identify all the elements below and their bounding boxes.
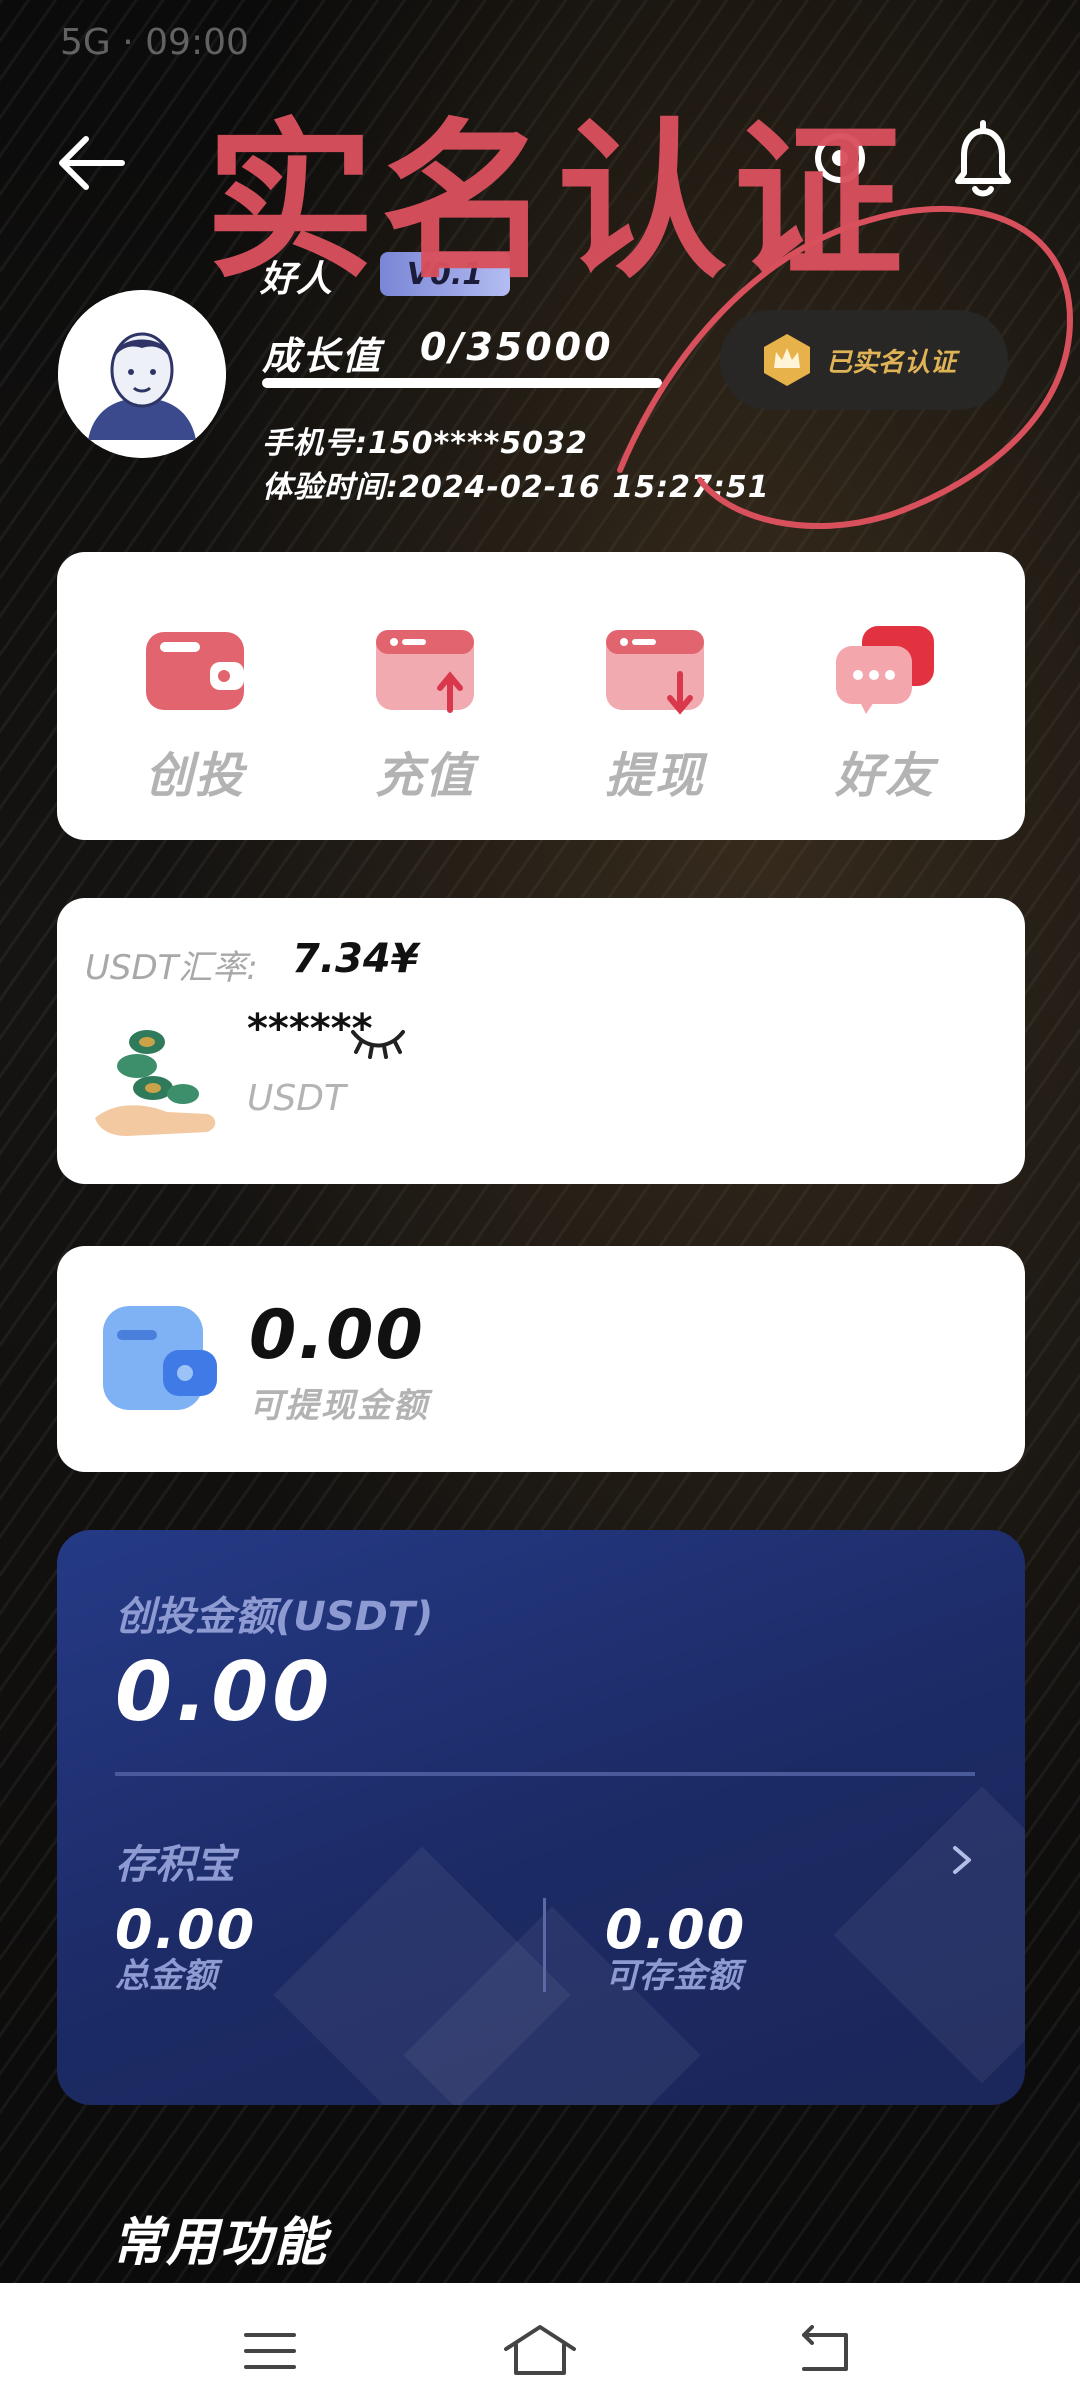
back-arrow-icon[interactable]: [52, 128, 132, 198]
system-navigation-bar: [0, 2283, 1080, 2408]
total-amount-label: 总金额: [115, 1956, 217, 1996]
action-friends[interactable]: 好友: [785, 552, 985, 840]
red-circle-annotation: [617, 205, 1074, 529]
menu-icon[interactable]: [230, 2321, 310, 2381]
action-invest[interactable]: 创投: [95, 552, 295, 840]
chevron-right-icon[interactable]: [947, 1840, 977, 1880]
action-label: 提现: [604, 748, 705, 804]
coins-hand-icon: [95, 1030, 216, 1136]
action-withdraw[interactable]: 提现: [555, 552, 755, 840]
recharge-icon: [376, 630, 474, 713]
invest-amount-title: 创投金额(USDT): [115, 1594, 434, 1640]
user-avatar[interactable]: [58, 290, 226, 458]
home-icon[interactable]: [500, 2321, 580, 2381]
available-deposit-label: 可存金额: [605, 1956, 741, 1996]
invest-amount: 0.00: [115, 1645, 334, 1740]
wallet-icon: [146, 632, 244, 710]
eye-closed-icon[interactable]: [347, 1020, 409, 1060]
growth-progress-bar: [262, 378, 662, 388]
back-icon[interactable]: [784, 2321, 864, 2381]
withdrawable-amount: 0.00: [249, 1296, 425, 1375]
action-recharge[interactable]: 充值: [325, 552, 525, 840]
usdt-balance-card: USDT汇率: 7.34¥ ****** USDT: [57, 898, 1025, 1184]
withdrawable-label: 可提现金额: [249, 1386, 429, 1426]
usdt-unit-label: USDT: [247, 1078, 346, 1119]
action-label: 创投: [144, 748, 245, 804]
status-bar: 5G · 09:00: [60, 22, 249, 63]
withdrawable-card[interactable]: 0.00 可提现金额: [57, 1246, 1025, 1472]
usdt-rate-label: USDT汇率:: [85, 948, 258, 988]
action-label: 好友: [834, 748, 935, 804]
chat-friends-icon: [836, 626, 934, 714]
quick-actions-card: 创投 充值 提现 好友: [57, 552, 1025, 840]
growth-value-label: 成长值: [262, 334, 383, 378]
action-label: 充值: [374, 748, 475, 804]
common-functions-heading: 常用功能: [112, 2213, 329, 2273]
growth-value: 0/35000: [420, 325, 614, 369]
venture-investment-card: 创投金额(USDT) 0.00 存积宝 0.00 总金额 0.00 可存金额: [57, 1530, 1025, 2105]
phone-number: 手机号:150****5032: [262, 426, 588, 461]
withdraw-icon: [606, 630, 704, 715]
vertical-divider: [543, 1898, 546, 1992]
wallet-icon: [103, 1306, 217, 1410]
divider: [115, 1772, 975, 1776]
savings-title[interactable]: 存积宝: [115, 1832, 235, 1890]
usdt-rate-value: 7.34¥: [292, 936, 419, 982]
decor-diamond: [833, 1786, 1025, 2084]
